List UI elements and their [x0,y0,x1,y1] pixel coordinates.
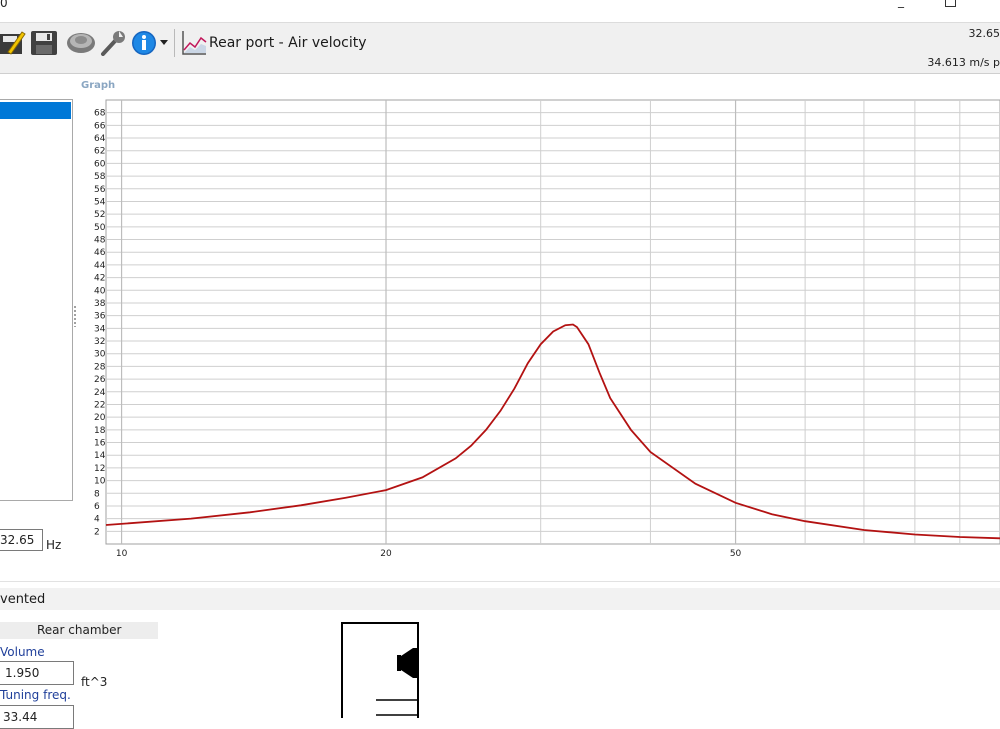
edit-icon[interactable] [0,28,26,56]
y-tick-label: 24 [94,388,106,398]
y-tick-label: 42 [94,274,105,284]
title-bar: 0 _ [0,0,1000,22]
y-tick-label: 6 [94,502,100,512]
y-tick-label: 22 [94,400,105,410]
y-tick-label: 14 [94,451,106,461]
y-tick-label: 64 [94,134,106,144]
y-tick-label: 58 [94,172,106,182]
y-tick-label: 56 [94,185,106,195]
splitter-handle[interactable] [73,305,77,327]
y-tick-label: 44 [94,261,106,271]
frequency-readout: 32.65 [969,27,1000,40]
chart-title: Rear port - Air velocity [209,35,367,51]
y-tick-label: 32 [94,337,105,347]
graph-list[interactable] [0,99,73,501]
toolbar-separator [174,29,175,57]
y-tick-label: 12 [94,464,105,474]
y-tick-label: 36 [94,312,106,322]
air-velocity-chart[interactable]: 2468101214161820222426283032343638404244… [78,96,1000,562]
y-tick-label: 60 [94,159,106,169]
y-tick-label: 2 [94,527,100,537]
y-tick-label: 18 [94,426,106,436]
y-tick-label: 40 [94,286,106,296]
chevron-down-icon[interactable] [159,39,169,47]
tuning-freq-input[interactable]: 33.44 [0,705,74,729]
volume-unit: ft^3 [81,675,107,689]
info-icon[interactable] [130,28,158,56]
x-tick-label: 20 [380,549,392,559]
frequency-input[interactable]: 32.65 [0,529,43,551]
maximize-button[interactable] [945,0,956,7]
rear-chamber-header: Rear chamber [0,622,158,639]
volume-input[interactable]: 1.950 [0,661,74,685]
frequency-unit: Hz [46,538,61,552]
y-tick-label: 8 [94,489,100,499]
wrench-icon[interactable] [99,28,127,56]
y-tick-label: 28 [94,362,106,372]
y-tick-label: 50 [94,223,106,233]
rear-chamber-title: Rear chamber [37,623,121,637]
y-tick-label: 4 [94,515,100,525]
graph-list-selected-item[interactable] [0,102,71,119]
window-title: 0 [0,0,8,10]
graph-icon[interactable] [181,28,207,56]
driver-icon[interactable] [66,28,96,56]
toolbar: Rear port - Air velocity 32.65 34.613 m/… [0,22,1000,74]
y-tick-label: 62 [94,147,105,157]
y-tick-label: 66 [94,121,106,131]
minimize-button[interactable]: _ [898,0,904,8]
section-bar [0,588,1000,610]
graph-label: Graph [81,80,115,91]
y-tick-label: 38 [94,299,106,309]
x-tick-label: 10 [116,549,128,559]
volume-label: Volume [0,645,45,659]
y-tick-label: 20 [94,413,106,423]
y-tick-label: 46 [94,248,106,258]
y-tick-label: 54 [94,197,106,207]
y-tick-label: 16 [94,439,106,449]
y-tick-label: 30 [94,350,106,360]
section-title: vented [0,592,45,607]
save-icon[interactable] [30,28,58,56]
y-axis-tick-labels: 2468101214161820222426283032343638404244… [94,109,106,538]
velocity-readout: 34.613 m/s p [927,56,1000,69]
y-tick-label: 68 [94,109,106,119]
section-divider [0,581,1000,582]
plot-area [106,100,1000,544]
enclosure-diagram-icon [341,622,421,718]
y-tick-label: 10 [94,477,106,487]
x-axis-tick-labels: 10 20 50 [116,549,742,559]
y-tick-label: 34 [94,324,106,334]
y-tick-label: 52 [94,210,105,220]
tuning-freq-label: Tuning freq. [0,688,71,702]
y-tick-label: 48 [94,236,106,246]
x-tick-label: 50 [730,549,742,559]
y-tick-label: 26 [94,375,106,385]
grid-lines [106,100,1000,544]
